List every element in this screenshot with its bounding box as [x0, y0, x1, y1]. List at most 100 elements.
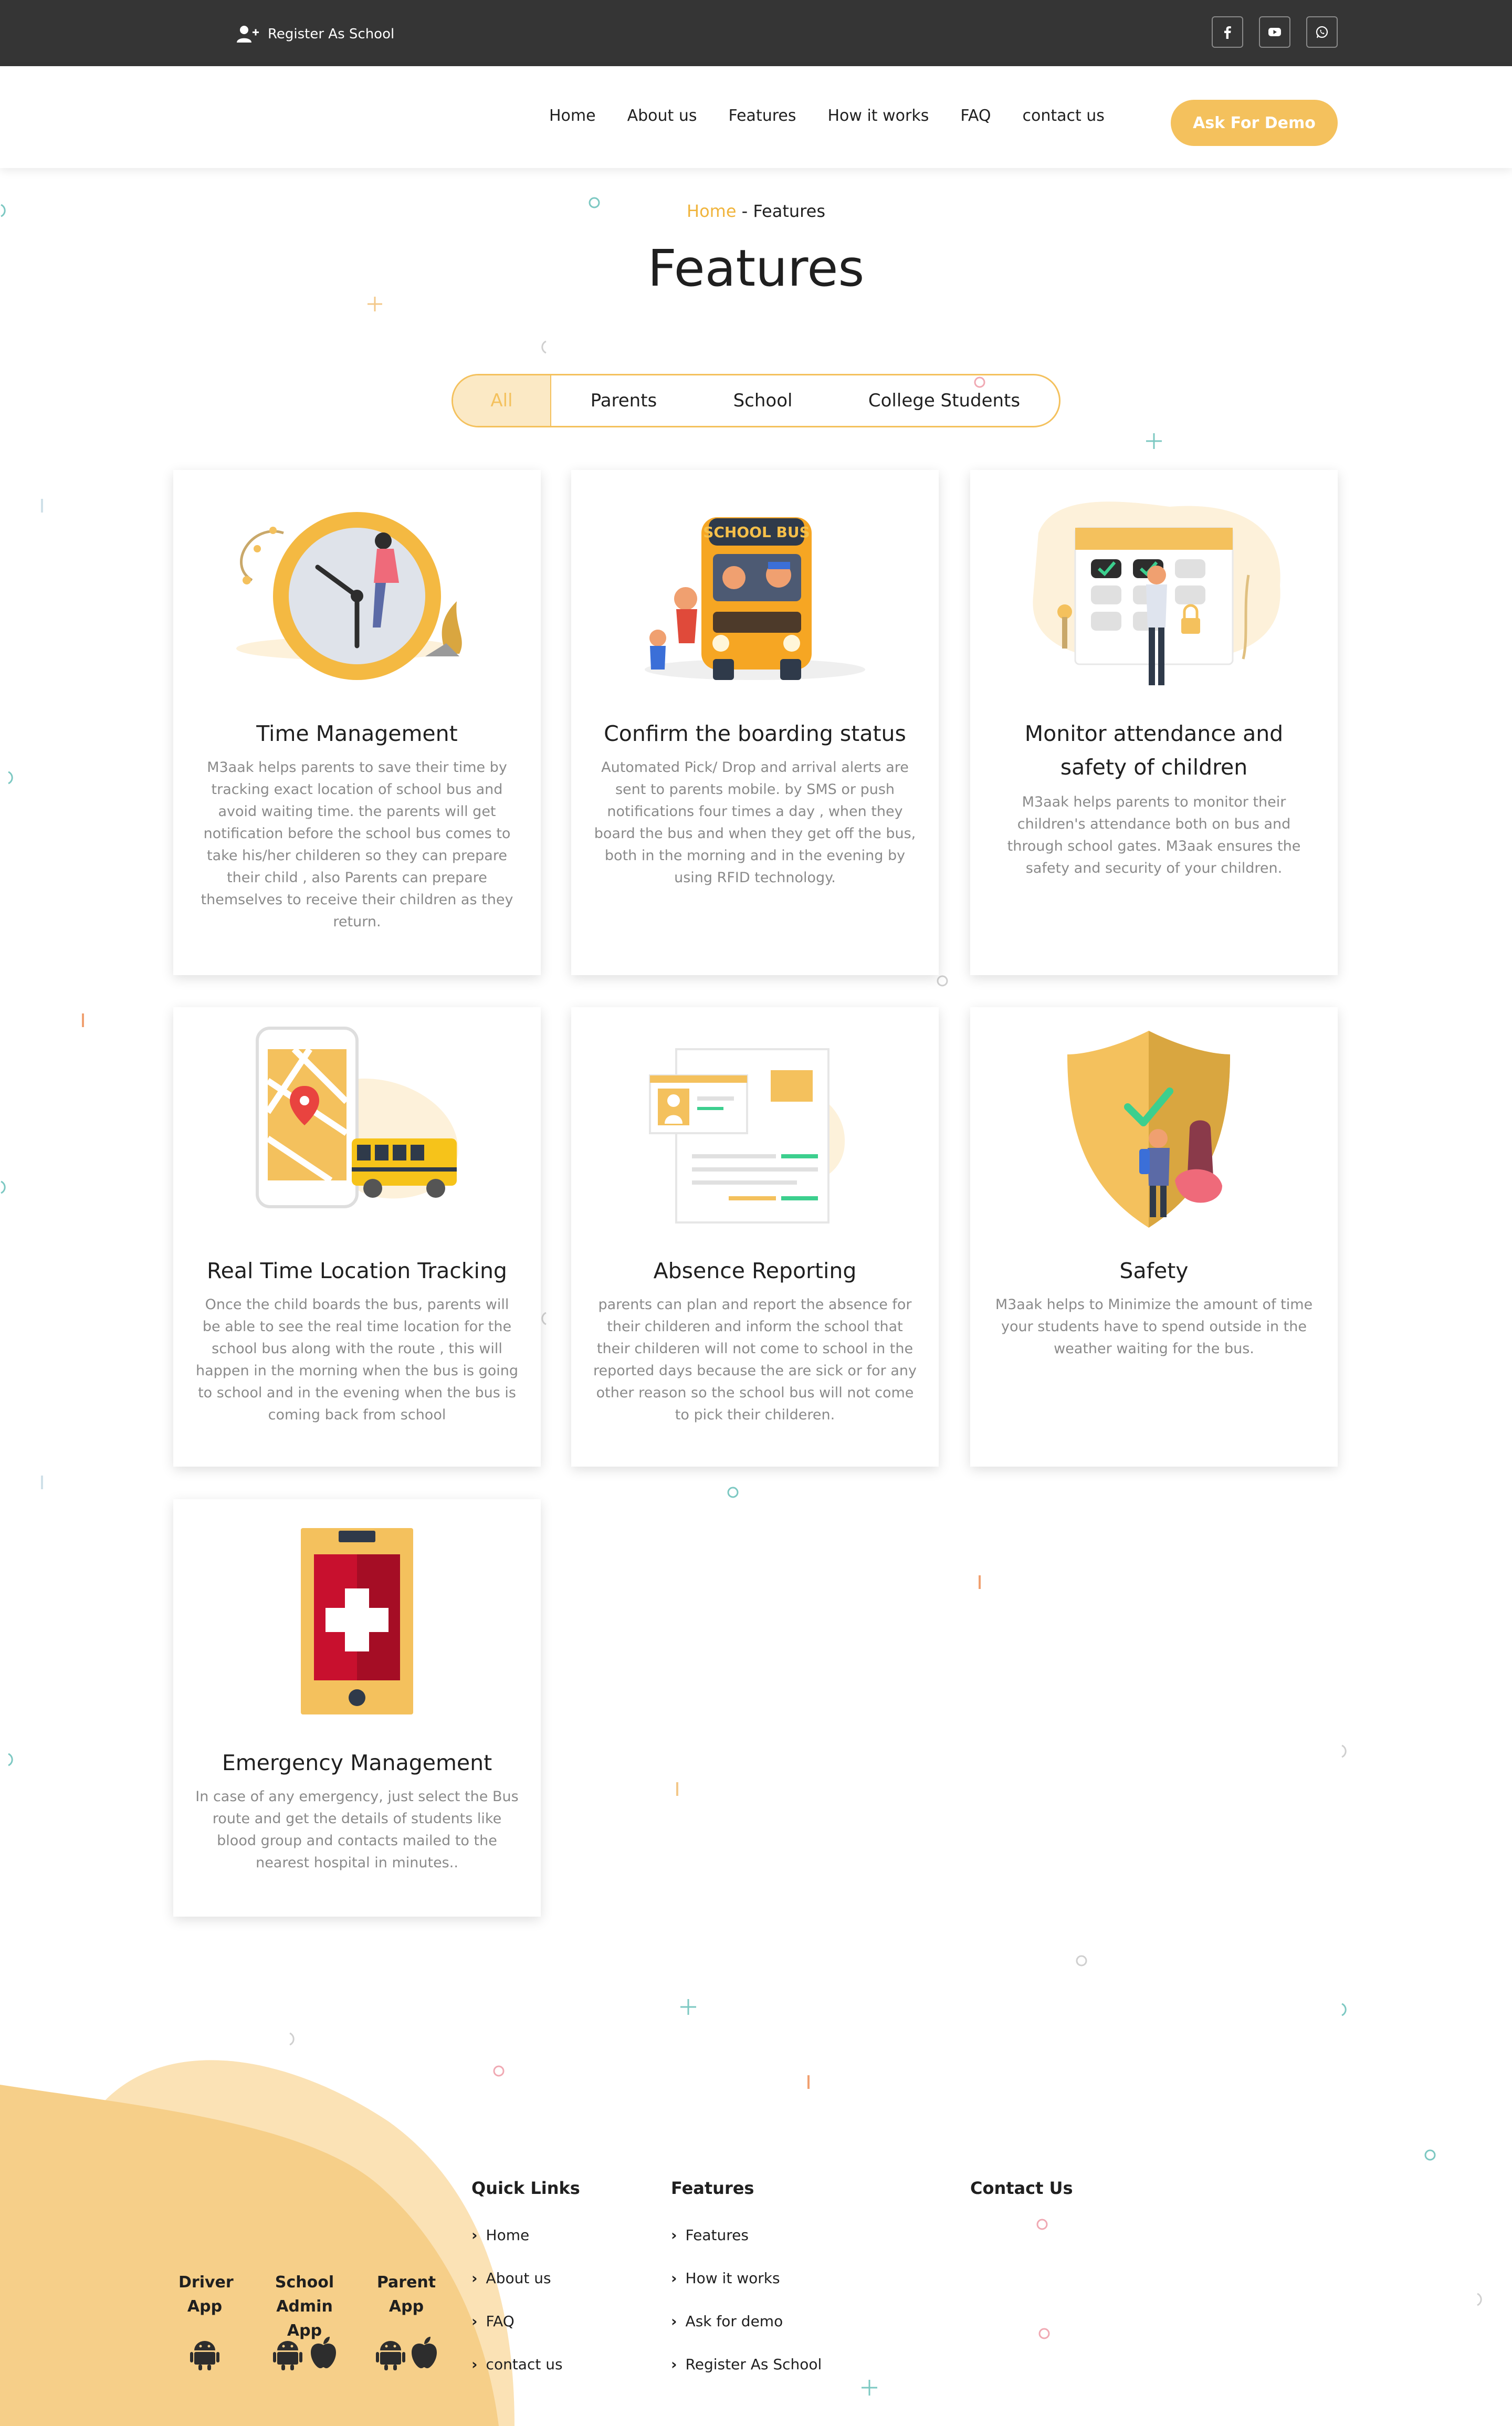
school-bus-illustration: SCHOOL BUS — [645, 517, 865, 680]
footer-link-label: FAQ — [486, 2313, 514, 2330]
school-admin-app-line2: App — [287, 2322, 322, 2340]
footer-link-label: Features — [685, 2226, 749, 2244]
card-description: Once the child boards the bus, parents w… — [195, 1296, 519, 1423]
footer-link-label: contact us — [486, 2356, 563, 2373]
driver-app-line1: Driver — [178, 2273, 234, 2292]
feature-filter-tabs: All Parents School College Students — [452, 374, 1060, 427]
footer-link-label: How it works — [685, 2270, 780, 2287]
chevron-right-icon: › — [671, 2270, 677, 2287]
footer-link-label: About us — [486, 2270, 551, 2287]
features-title: Features — [671, 2178, 754, 2198]
driver-app-label: Driver App — [178, 2271, 234, 2319]
nav-home[interactable]: Home — [549, 107, 596, 125]
footer-link-label: Register As School — [685, 2356, 822, 2373]
tab-parents[interactable]: Parents — [551, 375, 696, 426]
apple-icon[interactable] — [410, 2336, 439, 2368]
footer-link-label: Ask for demo — [685, 2313, 783, 2330]
bus-sign-text: SCHOOL BUS — [703, 524, 810, 541]
card-title: Real Time Location Tracking — [207, 1258, 507, 1283]
parent-app-label: Parent App — [374, 2271, 439, 2319]
card-title: Time Management — [256, 721, 458, 746]
chevron-right-icon: › — [671, 2313, 677, 2330]
emergency-phone-illustration — [301, 1528, 413, 1714]
chevron-right-icon: › — [471, 2313, 478, 2330]
page-title: Features — [647, 239, 865, 298]
footer-link-about-us[interactable]: › About us — [471, 2270, 551, 2287]
breadcrumb: Home - Features — [0, 201, 1512, 221]
feature-card-safety: Safety M3aak helps to Minimize the amoun… — [970, 1007, 1338, 1467]
footer-blob-shapes — [0, 2060, 514, 2426]
whatsapp-button[interactable] — [1306, 16, 1338, 48]
chevron-right-icon: › — [671, 2226, 677, 2244]
nav-about-us[interactable]: About us — [627, 107, 697, 125]
youtube-icon — [1268, 28, 1281, 36]
driver-app-line2: App — [187, 2297, 223, 2316]
android-icon[interactable] — [273, 2338, 302, 2370]
nav-faq[interactable]: FAQ — [960, 107, 991, 125]
chevron-right-icon: › — [471, 2356, 478, 2373]
apple-icon[interactable] — [309, 2336, 338, 2368]
ask-for-demo-button[interactable]: Ask For Demo — [1171, 100, 1338, 146]
feature-card-time-management: Time Management M3aak helps parents to s… — [173, 470, 541, 975]
breadcrumb-current: Features — [753, 201, 825, 221]
card-title: Confirm the boarding status — [604, 721, 906, 746]
feature-card-monitor-attendance: Monitor attendance and safety of childre… — [970, 470, 1338, 975]
breadcrumb-home[interactable]: Home — [687, 201, 737, 221]
breadcrumb-separator: - — [736, 201, 753, 221]
chevron-right-icon: › — [471, 2270, 478, 2287]
nav-links: Home About us Features How it works FAQ … — [549, 107, 1105, 125]
nav-features[interactable]: Features — [728, 107, 796, 125]
footer-link-ask-for-demo[interactable]: › Ask for demo — [671, 2313, 783, 2330]
android-icon[interactable] — [190, 2338, 219, 2370]
parent-app-line1: Parent — [376, 2273, 436, 2292]
tab-college-students[interactable]: College Students — [830, 375, 1059, 426]
card-title: Monitor attendance and safety of childre… — [1024, 721, 1284, 780]
school-admin-app-label: School Admin App — [247, 2271, 362, 2343]
school-admin-app-line1: School Admin — [275, 2273, 334, 2316]
card-description: M3aak helps parents to monitor their chi… — [1007, 794, 1301, 876]
absence-form-illustration — [649, 1048, 845, 1224]
chevron-right-icon: › — [471, 2226, 478, 2244]
clock-illustration — [236, 512, 462, 680]
add-user-icon — [237, 26, 259, 43]
facebook-icon — [1224, 26, 1231, 39]
facebook-button[interactable] — [1212, 16, 1243, 48]
feature-card-emergency-management: Emergency Management In case of any emer… — [173, 1499, 541, 1917]
contact-us-title: Contact Us — [970, 2178, 1073, 2198]
quick-links-title: Quick Links — [471, 2178, 580, 2198]
tab-school[interactable]: School — [696, 375, 830, 426]
tab-all[interactable]: All — [453, 375, 551, 426]
youtube-button[interactable] — [1259, 16, 1290, 48]
attendance-calendar-illustration — [1033, 501, 1280, 685]
nav-contact-us[interactable]: contact us — [1022, 107, 1104, 125]
feature-card-location-tracking: Real Time Location Tracking Once the chi… — [173, 1007, 541, 1467]
card-description: Automated Pick/ Drop and arrival alerts … — [594, 759, 916, 886]
card-title: Absence Reporting — [653, 1258, 857, 1283]
card-description: In case of any emergency, just select th… — [195, 1789, 519, 1871]
footer-link-register-as-school[interactable]: › Register As School — [671, 2356, 822, 2373]
footer-link-contact-us[interactable]: › contact us — [471, 2356, 563, 2373]
nav-how-it-works[interactable]: How it works — [827, 107, 929, 125]
map-phone-bus-illustration — [256, 1027, 458, 1208]
parent-app-line2: App — [388, 2297, 424, 2316]
footer-link-label: Home — [486, 2226, 530, 2244]
card-title: Safety — [1119, 1258, 1189, 1283]
card-description: parents can plan and report the absence … — [593, 1296, 917, 1423]
card-title: Emergency Management — [222, 1750, 492, 1775]
social-links — [1212, 16, 1338, 48]
whatsapp-icon — [1316, 26, 1328, 38]
register-as-school-link[interactable]: Register As School — [236, 25, 394, 43]
feature-card-absence-reporting: Absence Reporting parents can plan and r… — [571, 1007, 939, 1467]
chevron-right-icon: › — [671, 2356, 677, 2373]
footer-link-faq[interactable]: › FAQ — [471, 2313, 514, 2330]
card-description: M3aak helps parents to save their time b… — [201, 759, 513, 930]
card-description: M3aak helps to Minimize the amount of ti… — [995, 1296, 1313, 1357]
top-bar: Register As School — [0, 0, 1512, 66]
android-icon[interactable] — [376, 2338, 405, 2370]
footer-link-home[interactable]: › Home — [471, 2226, 529, 2244]
main-navbar: Home About us Features How it works FAQ … — [0, 66, 1512, 168]
footer-link-how-it-works[interactable]: › How it works — [671, 2270, 780, 2287]
register-as-school-label: Register As School — [268, 26, 395, 42]
feature-card-boarding-status: SCHOOL BUS Confirm the boarding status A… — [571, 470, 939, 975]
footer-link-features[interactable]: › Features — [671, 2226, 749, 2244]
